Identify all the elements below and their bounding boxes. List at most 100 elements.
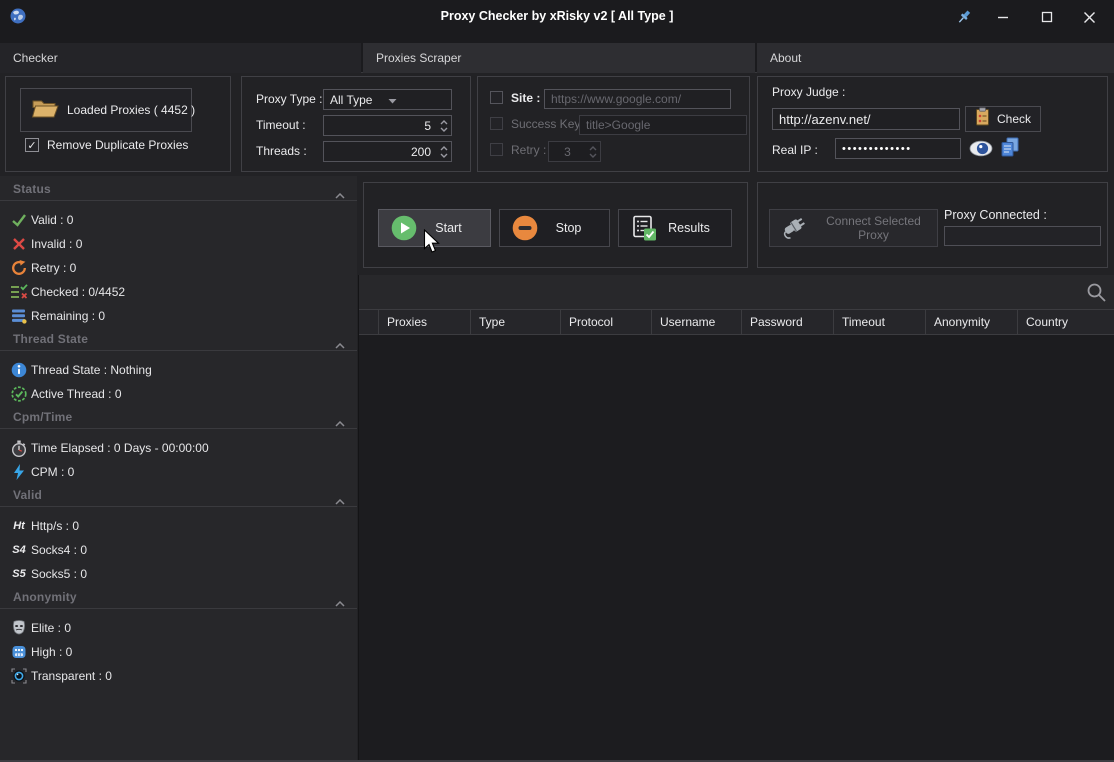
high-mask-icon [10, 643, 28, 661]
site-input[interactable] [544, 89, 731, 109]
column-header-username[interactable]: Username [652, 310, 742, 334]
connect-panel: Connect Selected Proxy Proxy Connected : [757, 182, 1108, 268]
proxy-judge-input[interactable] [772, 108, 960, 130]
section-thread-state-title: Thread State [13, 332, 88, 346]
threads-input[interactable] [324, 142, 437, 161]
stop-button[interactable]: Stop [499, 209, 610, 247]
retry-label: Retry : [511, 143, 546, 157]
column-header-protocol[interactable]: Protocol [561, 310, 652, 334]
reveal-ip-eye-icon[interactable] [969, 140, 993, 162]
retry-stepper[interactable] [548, 141, 601, 162]
section-cpm-time-title: Cpm/Time [13, 410, 72, 424]
section-header-status[interactable]: Status [0, 178, 357, 201]
search-icon[interactable] [1086, 282, 1107, 308]
chevron-up-icon[interactable] [335, 336, 345, 354]
http-count-value: Http/s : 0 [31, 519, 79, 533]
chevron-up-icon[interactable] [335, 594, 345, 612]
checked-list-icon [10, 283, 28, 301]
active-thread-value: Active Thread : 0 [31, 387, 122, 401]
spinner-arrows-icon[interactable] [437, 116, 451, 135]
section-header-cpm-time[interactable]: Cpm/Time [0, 406, 357, 429]
real-ip-masked-value: ••••••••••••• [842, 143, 912, 155]
column-header-anonymity[interactable]: Anonymity [926, 310, 1018, 334]
start-label: Start [407, 221, 490, 235]
loaded-proxies-label: Loaded Proxies ( 4452 ) [67, 103, 195, 117]
column-header-password[interactable]: Password [742, 310, 834, 334]
proxy-type-dropdown[interactable]: All Type [323, 89, 452, 110]
tab-about[interactable]: About [757, 43, 1114, 73]
transparent-count-row: Transparent : 0 [0, 664, 357, 688]
pin-icon[interactable] [953, 6, 975, 28]
status-checked-value: Checked : 0/4452 [31, 285, 125, 299]
success-key-label: Success Key : [511, 117, 587, 131]
table-body-empty[interactable] [359, 336, 1114, 760]
tab-about-label: About [770, 51, 801, 65]
cpm-row: CPM : 0 [0, 460, 357, 484]
section-header-thread-state[interactable]: Thread State [0, 328, 357, 351]
status-checked-row: Checked : 0/4452 [0, 280, 357, 304]
socks4-count-value: Socks4 : 0 [31, 543, 87, 557]
search-bar[interactable] [359, 275, 1114, 309]
column-header-proxies[interactable]: Proxies [379, 310, 471, 334]
real-ip-label: Real IP : [772, 143, 818, 157]
stop-label: Stop [528, 221, 609, 235]
tab-proxies-scraper[interactable]: Proxies Scraper [363, 43, 755, 73]
remove-duplicates-label: Remove Duplicate Proxies [47, 138, 188, 152]
elite-count-row: Elite : 0 [0, 616, 357, 640]
high-count-row: High : 0 [0, 640, 357, 664]
transparent-count-value: Transparent : 0 [31, 669, 112, 683]
high-count-value: High : 0 [31, 645, 72, 659]
retry-checkbox[interactable] [490, 143, 503, 156]
success-key-checkbox[interactable] [490, 117, 503, 130]
success-key-input[interactable] [579, 115, 747, 135]
retry-input[interactable] [549, 142, 586, 161]
spinner-arrows-icon[interactable] [437, 142, 451, 161]
chevron-up-icon[interactable] [335, 492, 345, 510]
copy-ip-icon[interactable] [1001, 137, 1019, 162]
http-icon: Ht [10, 517, 28, 535]
check-judge-button[interactable]: Check [965, 106, 1041, 132]
column-header-type[interactable]: Type [471, 310, 561, 334]
chevron-up-icon[interactable] [335, 186, 345, 204]
section-header-valid[interactable]: Valid [0, 484, 357, 507]
remove-duplicates-checkbox[interactable]: ✓ [25, 138, 39, 152]
real-ip-field[interactable]: ••••••••••••• [835, 138, 961, 159]
column-header-country[interactable]: Country [1018, 310, 1114, 334]
cpm-value: CPM : 0 [31, 465, 74, 479]
status-retry-value: Retry : 0 [31, 261, 76, 275]
info-icon [10, 361, 28, 379]
section-header-anonymity[interactable]: Anonymity [0, 586, 357, 609]
site-checkbox[interactable] [490, 91, 503, 104]
table-header-stub [359, 310, 379, 334]
tab-checker[interactable]: Checker [0, 43, 361, 73]
threads-label: Threads : [256, 144, 307, 158]
loaded-proxies-button[interactable]: Loaded Proxies ( 4452 ) [20, 88, 192, 132]
column-header-timeout[interactable]: Timeout [834, 310, 926, 334]
plug-icon [780, 212, 810, 245]
close-button[interactable] [1078, 6, 1100, 28]
start-button[interactable]: Start [378, 209, 491, 247]
status-remaining-row: Remaining : 0 [0, 304, 357, 328]
threads-stepper[interactable] [323, 141, 452, 162]
connect-selected-proxy-label: Connect Selected Proxy [810, 214, 937, 242]
status-retry-row: Retry : 0 [0, 256, 357, 280]
maximize-button[interactable] [1036, 6, 1058, 28]
connect-selected-proxy-button[interactable]: Connect Selected Proxy [769, 209, 938, 247]
timeout-label: Timeout : [256, 118, 306, 132]
socks5-count-row: S5 Socks5 : 0 [0, 562, 357, 586]
timeout-input[interactable] [324, 116, 437, 135]
clipboard-check-icon [975, 107, 990, 131]
checkbox-check-icon: ✓ [27, 139, 36, 152]
minimize-button[interactable] [992, 6, 1014, 28]
results-button[interactable]: Results [618, 209, 732, 247]
timeout-stepper[interactable] [323, 115, 452, 136]
folder-icon [31, 97, 59, 124]
remaining-list-icon [10, 307, 28, 325]
proxy-type-label: Proxy Type : [256, 92, 322, 106]
chevron-up-icon[interactable] [335, 414, 345, 432]
status-valid-row: Valid : 0 [0, 208, 357, 232]
status-invalid-row: Invalid : 0 [0, 232, 357, 256]
status-invalid-value: Invalid : 0 [31, 237, 82, 251]
proxy-connected-input[interactable] [944, 226, 1101, 246]
section-anonymity-title: Anonymity [13, 590, 77, 604]
